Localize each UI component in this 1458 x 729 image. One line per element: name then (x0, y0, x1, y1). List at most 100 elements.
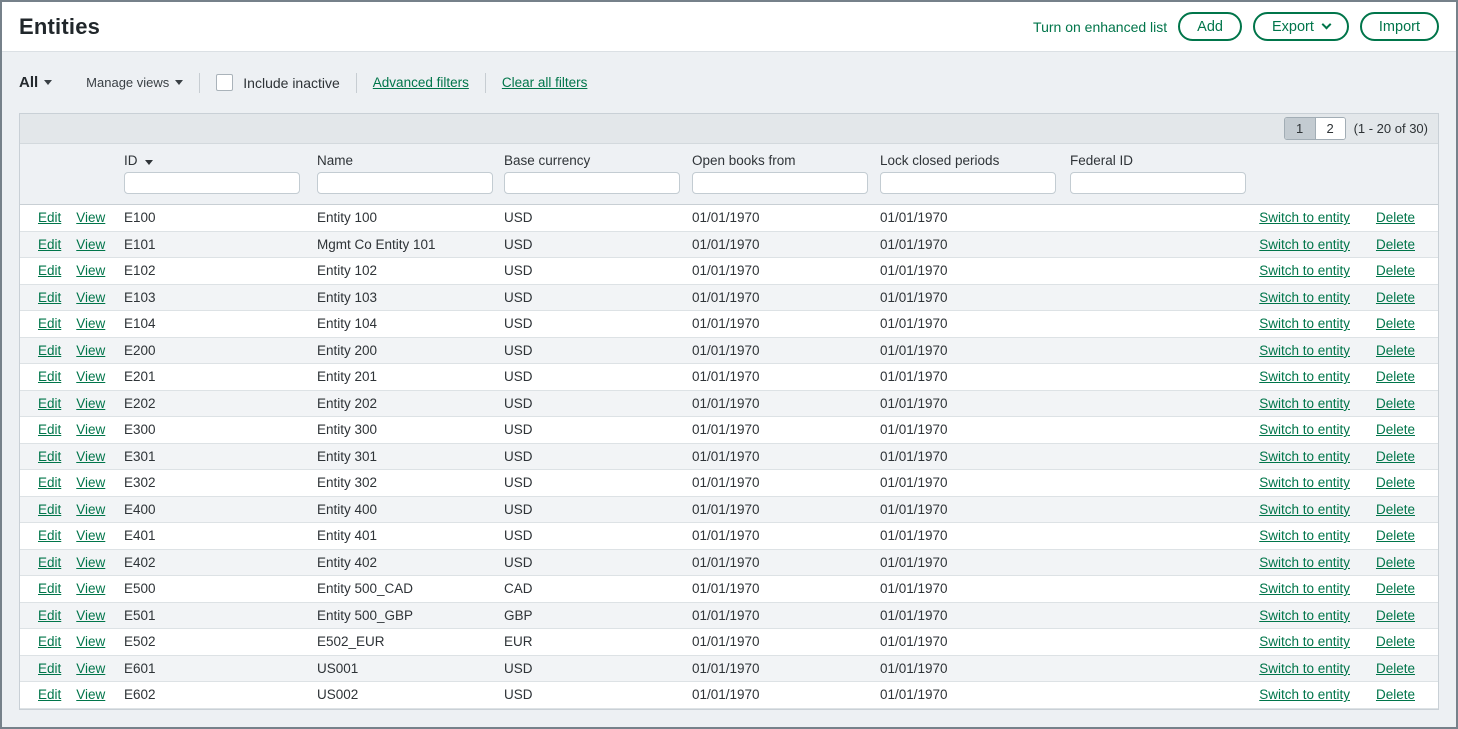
delete-link[interactable]: Delete (1376, 528, 1415, 543)
edit-link[interactable]: Edit (38, 290, 61, 305)
view-link[interactable]: View (76, 502, 105, 517)
edit-link[interactable]: Edit (38, 449, 61, 464)
switch-to-entity-link[interactable]: Switch to entity (1259, 475, 1350, 490)
view-link[interactable]: View (76, 422, 105, 437)
switch-to-entity-link[interactable]: Switch to entity (1259, 634, 1350, 649)
page-button-2[interactable]: 2 (1315, 118, 1345, 139)
delete-link[interactable]: Delete (1376, 263, 1415, 278)
edit-link[interactable]: Edit (38, 634, 61, 649)
delete-link[interactable]: Delete (1376, 449, 1415, 464)
lock-closed-periods-filter-input[interactable] (880, 172, 1056, 194)
switch-to-entity-link[interactable]: Switch to entity (1259, 422, 1350, 437)
advanced-filters-link[interactable]: Advanced filters (373, 75, 469, 90)
switch-to-entity-link[interactable]: Switch to entity (1259, 290, 1350, 305)
edit-link[interactable]: Edit (38, 687, 61, 702)
add-button[interactable]: Add (1178, 12, 1242, 41)
switch-to-entity-link[interactable]: Switch to entity (1259, 687, 1350, 702)
export-button[interactable]: Export (1253, 12, 1349, 41)
view-link[interactable]: View (76, 210, 105, 225)
import-button[interactable]: Import (1360, 12, 1439, 41)
delete-link[interactable]: Delete (1376, 343, 1415, 358)
edit-link[interactable]: Edit (38, 528, 61, 543)
column-header-base-currency[interactable]: Base currency (504, 144, 692, 170)
view-link[interactable]: View (76, 316, 105, 331)
column-header-federal-id[interactable]: Federal ID (1070, 144, 1252, 170)
view-link[interactable]: View (76, 687, 105, 702)
delete-link[interactable]: Delete (1376, 555, 1415, 570)
column-header-open-books-from[interactable]: Open books from (692, 144, 880, 170)
edit-link[interactable]: Edit (38, 475, 61, 490)
edit-link[interactable]: Edit (38, 555, 61, 570)
view-link[interactable]: View (76, 528, 105, 543)
switch-to-entity-link[interactable]: Switch to entity (1259, 502, 1350, 517)
include-inactive-toggle[interactable]: Include inactive (216, 74, 340, 91)
edit-link[interactable]: Edit (38, 581, 61, 596)
switch-to-entity-link[interactable]: Switch to entity (1259, 555, 1350, 570)
turn-on-enhanced-list-link[interactable]: Turn on enhanced list (1033, 19, 1167, 35)
delete-link[interactable]: Delete (1376, 687, 1415, 702)
base-currency-filter-input[interactable] (504, 172, 680, 194)
view-link[interactable]: View (76, 449, 105, 464)
switch-to-entity-link[interactable]: Switch to entity (1259, 210, 1350, 225)
switch-to-entity-link[interactable]: Switch to entity (1259, 449, 1350, 464)
edit-link[interactable]: Edit (38, 369, 61, 384)
view-link[interactable]: View (76, 475, 105, 490)
switch-to-entity-link[interactable]: Switch to entity (1259, 369, 1350, 384)
view-link[interactable]: View (76, 290, 105, 305)
view-link[interactable]: View (76, 263, 105, 278)
view-link[interactable]: View (76, 343, 105, 358)
view-link[interactable]: View (76, 634, 105, 649)
edit-link[interactable]: Edit (38, 237, 61, 252)
delete-link[interactable]: Delete (1376, 608, 1415, 623)
edit-link[interactable]: Edit (38, 343, 61, 358)
id-filter-input[interactable] (124, 172, 300, 194)
edit-link[interactable]: Edit (38, 210, 61, 225)
view-link[interactable]: View (76, 608, 105, 623)
switch-to-entity-link[interactable]: Switch to entity (1259, 528, 1350, 543)
switch-to-entity-link[interactable]: Switch to entity (1259, 316, 1350, 331)
edit-link[interactable]: Edit (38, 316, 61, 331)
edit-link[interactable]: Edit (38, 422, 61, 437)
switch-to-entity-link[interactable]: Switch to entity (1259, 608, 1350, 623)
delete-link[interactable]: Delete (1376, 422, 1415, 437)
column-header-name[interactable]: Name (317, 144, 504, 170)
open-books-from-filter-input[interactable] (692, 172, 868, 194)
switch-to-entity-link[interactable]: Switch to entity (1259, 237, 1350, 252)
delete-link[interactable]: Delete (1376, 290, 1415, 305)
delete-link[interactable]: Delete (1376, 634, 1415, 649)
include-inactive-checkbox[interactable] (216, 74, 233, 91)
name-filter-input[interactable] (317, 172, 493, 194)
view-link[interactable]: View (76, 581, 105, 596)
view-link[interactable]: View (76, 237, 105, 252)
delete-link[interactable]: Delete (1376, 210, 1415, 225)
delete-link[interactable]: Delete (1376, 237, 1415, 252)
edit-link[interactable]: Edit (38, 608, 61, 623)
switch-to-entity-link[interactable]: Switch to entity (1259, 396, 1350, 411)
column-header-id[interactable]: ID (124, 144, 317, 170)
delete-link[interactable]: Delete (1376, 502, 1415, 517)
view-link[interactable]: View (76, 396, 105, 411)
delete-link[interactable]: Delete (1376, 475, 1415, 490)
delete-link[interactable]: Delete (1376, 369, 1415, 384)
edit-link[interactable]: Edit (38, 396, 61, 411)
view-link[interactable]: View (76, 369, 105, 384)
edit-link[interactable]: Edit (38, 502, 61, 517)
federal-id-filter-input[interactable] (1070, 172, 1246, 194)
delete-link[interactable]: Delete (1376, 581, 1415, 596)
switch-to-entity-link[interactable]: Switch to entity (1259, 661, 1350, 676)
column-header-lock-closed-periods[interactable]: Lock closed periods (880, 144, 1070, 170)
edit-link[interactable]: Edit (38, 263, 61, 278)
switch-to-entity-link[interactable]: Switch to entity (1259, 343, 1350, 358)
delete-link[interactable]: Delete (1376, 661, 1415, 676)
switch-to-entity-link[interactable]: Switch to entity (1259, 581, 1350, 596)
manage-views-dropdown[interactable]: Manage views (86, 75, 183, 90)
clear-all-filters-link[interactable]: Clear all filters (502, 75, 588, 90)
switch-to-entity-link[interactable]: Switch to entity (1259, 263, 1350, 278)
view-link[interactable]: View (76, 661, 105, 676)
delete-link[interactable]: Delete (1376, 316, 1415, 331)
view-link[interactable]: View (76, 555, 105, 570)
page-button-1[interactable]: 1 (1285, 118, 1315, 139)
edit-link[interactable]: Edit (38, 661, 61, 676)
delete-link[interactable]: Delete (1376, 396, 1415, 411)
view-selector-dropdown[interactable]: All (19, 74, 52, 91)
